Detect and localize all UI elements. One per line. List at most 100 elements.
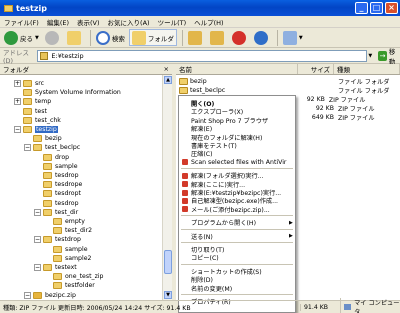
undo-button[interactable] bbox=[252, 29, 272, 46]
menu-view[interactable]: 表示(V) bbox=[73, 17, 104, 27]
menu-separator bbox=[181, 263, 293, 265]
go-arrow-icon: → bbox=[378, 50, 387, 61]
toolbar-separator bbox=[276, 29, 278, 46]
status-location: マイ コンピュータ bbox=[340, 298, 400, 313]
folders-button[interactable]: フォルダ bbox=[128, 29, 177, 46]
context-menu-item[interactable]: 名前の変更(M) bbox=[191, 284, 232, 293]
delete-button[interactable] bbox=[230, 29, 250, 46]
tree-item[interactable]: − testdrop bbox=[34, 235, 81, 244]
tree-item[interactable]: bezip bbox=[24, 134, 62, 143]
tree-item[interactable]: test bbox=[14, 107, 47, 116]
chevron-down-icon[interactable]: ▼ bbox=[368, 53, 372, 59]
tree-item-label: test_chk bbox=[35, 116, 61, 124]
menu-tools[interactable]: ツール(T) bbox=[154, 17, 191, 27]
folder-icon bbox=[43, 181, 52, 189]
tree-item[interactable]: drop bbox=[34, 153, 69, 162]
collapse-icon[interactable]: − bbox=[24, 144, 31, 152]
minimize-button[interactable]: _ bbox=[355, 2, 368, 14]
tree-item[interactable]: test_dir2 bbox=[44, 226, 92, 235]
views-button[interactable]: ▼ bbox=[281, 29, 305, 46]
menu-file[interactable]: ファイル(F) bbox=[0, 17, 43, 27]
context-menu-item[interactable]: メール(ご添付bezipc.zip)... bbox=[182, 205, 270, 214]
folder-icon bbox=[43, 264, 52, 271]
tree-item[interactable]: tesdrop bbox=[34, 199, 79, 208]
move-to-button[interactable] bbox=[186, 29, 206, 46]
copy-to-button[interactable] bbox=[208, 29, 228, 46]
tree-item[interactable]: one_test_zip bbox=[44, 272, 103, 281]
folder-tree-pane: フォルダ × + src System Volume Information + tem… bbox=[0, 64, 174, 300]
tree-item[interactable]: tesdropt bbox=[34, 189, 81, 198]
tree-item[interactable]: − test_dir bbox=[34, 208, 78, 217]
menu-item-icon bbox=[182, 181, 188, 188]
scroll-down-icon[interactable]: ▼ bbox=[164, 291, 172, 299]
tree-item[interactable]: + src bbox=[14, 79, 44, 88]
context-menu-item[interactable]: 送る(N) ▶ bbox=[191, 232, 293, 241]
menu-favorites[interactable]: お気に入り(A) bbox=[104, 17, 154, 27]
tree-item-label: src bbox=[35, 80, 45, 87]
tree-item[interactable]: tesdrop bbox=[34, 171, 79, 180]
menu-separator bbox=[181, 228, 293, 230]
tree-item[interactable]: − testext bbox=[34, 263, 77, 272]
folder-tree: + src System Volume Information + temp test te… bbox=[0, 75, 164, 300]
expand-icon[interactable]: + bbox=[14, 80, 21, 87]
tree-item[interactable]: empty bbox=[44, 217, 85, 226]
tree-item[interactable]: tesdrope bbox=[34, 180, 82, 189]
tree-item-label: test_dir2 bbox=[65, 227, 93, 235]
tree-item-label: empty bbox=[65, 218, 85, 225]
close-pane-icon[interactable]: × bbox=[164, 65, 169, 73]
status-location-label: マイ コンピュータ bbox=[354, 300, 400, 313]
tree-item[interactable]: test_chk bbox=[14, 116, 61, 125]
collapse-icon[interactable]: − bbox=[24, 291, 31, 299]
toolbar: 戻る ▼ 検索 フォルダ ▼ bbox=[0, 28, 400, 48]
tree-item[interactable]: sample bbox=[34, 162, 78, 171]
tree-item[interactable]: testfolder bbox=[44, 281, 95, 290]
collapse-icon[interactable]: − bbox=[34, 208, 41, 216]
tree-item[interactable]: − testzip bbox=[14, 125, 58, 134]
drive-icon bbox=[40, 51, 49, 60]
tree-item[interactable]: + temp bbox=[14, 97, 51, 106]
forward-button[interactable] bbox=[43, 29, 63, 46]
file-row[interactable]: bezip ファイル フォルダ bbox=[176, 77, 398, 86]
back-arrow-icon bbox=[4, 30, 18, 45]
tree-item-label: drop bbox=[55, 153, 70, 161]
tree-item[interactable]: System Volume Information bbox=[14, 88, 121, 97]
menu-help[interactable]: ヘルプ(H) bbox=[190, 17, 227, 27]
tree-item[interactable]: sample2 bbox=[44, 254, 91, 263]
scroll-up-icon[interactable]: ▲ bbox=[164, 76, 172, 84]
collapse-icon[interactable]: − bbox=[34, 236, 41, 244]
back-button[interactable]: 戻る ▼ bbox=[2, 29, 41, 46]
folder-icon bbox=[43, 162, 52, 170]
title-bar[interactable]: testzip _ □ × bbox=[0, 0, 400, 16]
tree-item-label: test_dir bbox=[55, 208, 79, 216]
file-row[interactable]: test_beclpc ファイル フォルダ bbox=[176, 86, 398, 95]
collapse-icon[interactable]: − bbox=[14, 126, 21, 133]
folder-icon bbox=[179, 87, 188, 94]
tree-item[interactable]: − bezipc.zip bbox=[24, 291, 76, 300]
go-button[interactable]: → 移動 bbox=[378, 46, 400, 66]
column-size[interactable]: サイズ bbox=[298, 64, 334, 74]
tree-scrollbar[interactable]: ▲ ▼ bbox=[162, 75, 172, 300]
context-menu-item[interactable]: Scan selected files with AntiVir bbox=[182, 158, 286, 167]
column-name[interactable]: 名前 bbox=[176, 64, 298, 74]
folder-icon bbox=[53, 245, 62, 253]
up-folder-button[interactable] bbox=[65, 29, 85, 46]
folder-icon bbox=[33, 135, 42, 143]
computer-icon bbox=[344, 304, 352, 310]
context-menu-label: メール(ご添付bezipc.zip)... bbox=[191, 206, 270, 214]
folder-icon bbox=[53, 254, 62, 262]
tree-item[interactable]: − test_beclpc bbox=[24, 143, 80, 152]
status-bar: 種類: ZIP ファイル 更新日時: 2006/05/24 14:24 サイズ:… bbox=[0, 298, 400, 313]
tree-item[interactable]: sample bbox=[44, 245, 88, 254]
menu-edit[interactable]: 編集(E) bbox=[43, 17, 73, 27]
maximize-button[interactable]: □ bbox=[370, 2, 383, 14]
file-type: ZIP ファイル bbox=[328, 97, 366, 104]
close-button[interactable]: × bbox=[385, 2, 398, 14]
context-menu-item[interactable]: プログラムから開く(H) ▶ bbox=[191, 218, 293, 228]
address-input[interactable]: E:¥testzip bbox=[37, 49, 368, 62]
expand-icon[interactable]: + bbox=[14, 98, 21, 106]
search-button[interactable]: 検索 bbox=[94, 29, 127, 46]
column-type[interactable]: 種類 bbox=[334, 64, 400, 74]
scrollbar-thumb[interactable] bbox=[164, 250, 172, 274]
context-menu-item[interactable]: コピー(C) bbox=[191, 253, 219, 262]
collapse-icon[interactable]: − bbox=[34, 264, 41, 271]
